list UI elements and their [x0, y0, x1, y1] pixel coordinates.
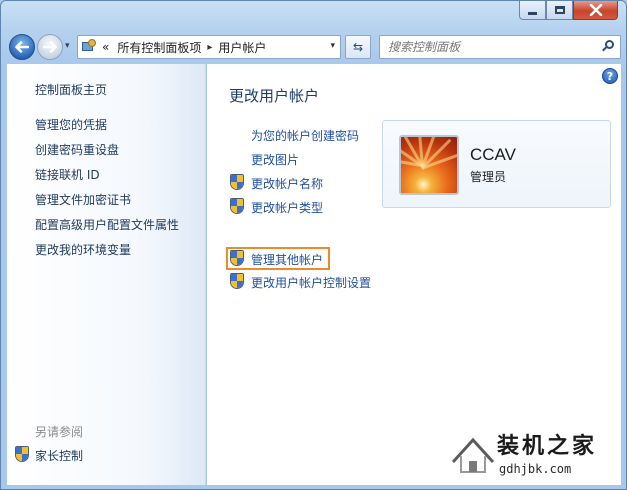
- recent-pages-dropdown[interactable]: ▾: [65, 41, 70, 51]
- breadcrumb-user-accounts[interactable]: 用户帐户: [218, 39, 266, 56]
- control-panel-window: ▾ « 所有控制面板项 ▸ 用户帐户 ▾ ⇆ 控制面板主页 管理您的凭据 创建密…: [0, 0, 627, 490]
- back-button[interactable]: [9, 34, 35, 60]
- sidebar-item-link-online-id[interactable]: 链接联机 ID: [35, 166, 100, 183]
- avatar[interactable]: [399, 135, 459, 195]
- caption-buttons: [519, 1, 618, 20]
- minimize-button[interactable]: [519, 1, 546, 20]
- maximize-button[interactable]: [546, 1, 573, 20]
- parental-controls-link[interactable]: 家长控制: [35, 447, 83, 464]
- close-button[interactable]: [573, 1, 618, 20]
- user-name: CCAV: [470, 145, 516, 164]
- uac-shield-icon: [15, 446, 29, 462]
- sidebar-item-manage-credentials[interactable]: 管理您的凭据: [35, 116, 107, 133]
- change-account-name-link[interactable]: 更改帐户名称: [251, 175, 323, 192]
- create-password-link[interactable]: 为您的帐户创建密码: [251, 127, 359, 144]
- back-arrow-icon: [15, 41, 29, 53]
- maximize-icon: [554, 6, 565, 14]
- uac-shield-icon: [230, 198, 244, 214]
- search-box: [379, 35, 621, 59]
- refresh-icon: ⇆: [352, 40, 364, 54]
- address-dropdown[interactable]: ▾: [330, 41, 335, 51]
- close-icon: [589, 4, 602, 16]
- search-icon[interactable]: [602, 40, 615, 53]
- change-account-type-link[interactable]: 更改帐户类型: [251, 199, 323, 216]
- search-input[interactable]: [380, 36, 590, 58]
- uac-shield-icon: [230, 250, 244, 266]
- uac-settings-link[interactable]: 更改用户帐户控制设置: [251, 274, 371, 291]
- watermark-title: 装机之家: [497, 434, 598, 459]
- site-watermark: 装机之家 gdhjbk.com: [447, 424, 623, 482]
- sidebar-home-link[interactable]: 控制面板主页: [35, 81, 107, 98]
- sidebar-item-advanced-profile[interactable]: 配置高级用户配置文件属性: [35, 216, 179, 233]
- minimize-icon: [528, 11, 537, 15]
- see-also-heading: 另请参阅: [35, 425, 84, 439]
- manage-other-accounts-link[interactable]: 管理其他帐户: [251, 251, 323, 268]
- main-pane: ? 更改用户帐户 为您的帐户创建密码 更改图片 更改帐户名称 更改帐户类型 管理…: [207, 64, 621, 485]
- change-picture-link[interactable]: 更改图片: [251, 151, 299, 168]
- breadcrumb-separator[interactable]: ▸: [207, 42, 212, 53]
- user-account-card: CCAV 管理员: [382, 120, 611, 208]
- control-panel-icon: [82, 39, 98, 55]
- sidebar-item-encryption-certificates[interactable]: 管理文件加密证书: [35, 191, 131, 208]
- uac-shield-icon: [230, 174, 244, 190]
- refresh-button[interactable]: ⇆: [345, 35, 371, 59]
- sidebar-item-environment-variables[interactable]: 更改我的环境变量: [35, 241, 131, 258]
- address-bar[interactable]: « 所有控制面板项 ▸ 用户帐户 ▾: [77, 35, 341, 59]
- forward-button[interactable]: [37, 34, 63, 60]
- user-role: 管理员: [470, 170, 507, 184]
- forward-arrow-icon: [43, 41, 57, 53]
- watermark-url: gdhjbk.com: [499, 462, 572, 476]
- uac-shield-icon: [230, 273, 244, 289]
- breadcrumb-overflow[interactable]: «: [102, 40, 109, 54]
- navigation-bar: ▾ « 所有控制面板项 ▸ 用户帐户 ▾ ⇆: [7, 31, 621, 61]
- left-pane: 控制面板主页 管理您的凭据 创建密码重设盘 链接联机 ID 管理文件加密证书 配…: [7, 64, 206, 485]
- page-title: 更改用户帐户: [229, 87, 320, 105]
- breadcrumb-all-items[interactable]: 所有控制面板项: [117, 39, 201, 56]
- sidebar-item-password-reset-disk[interactable]: 创建密码重设盘: [35, 141, 119, 158]
- help-icon[interactable]: ?: [602, 68, 618, 84]
- house-logo-icon: [451, 437, 495, 473]
